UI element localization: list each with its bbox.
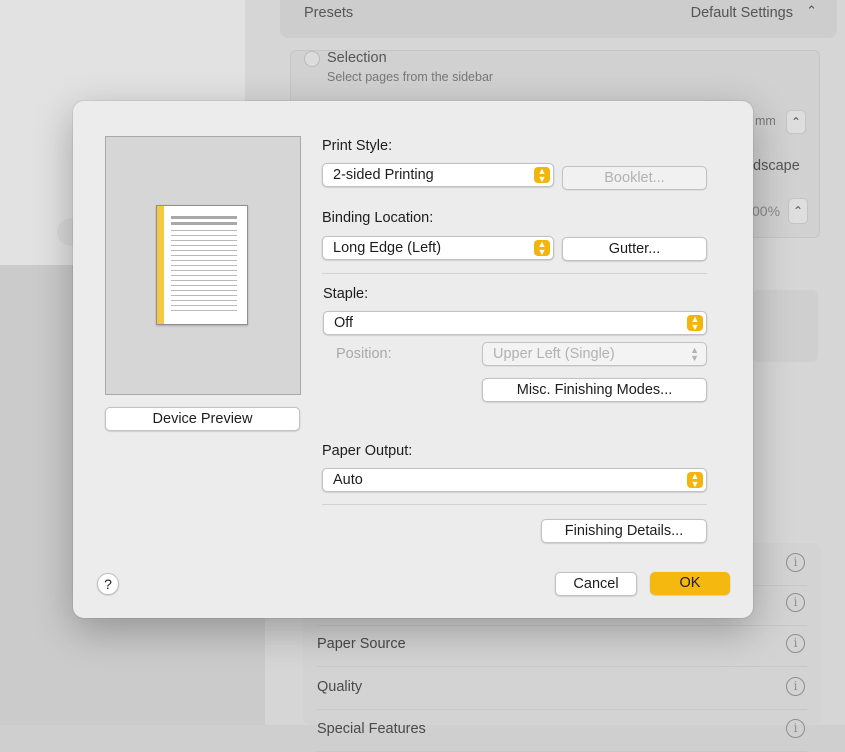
presets-row[interactable]: Presets Default Settings ⌃	[280, 0, 837, 38]
page-preview	[156, 205, 248, 325]
staple-label: Staple:	[323, 286, 369, 302]
up-down-chevron-icon: ▲ ▼	[534, 167, 550, 184]
position-value: Upper Left (Single)	[493, 346, 615, 362]
info-icon[interactable]: i	[786, 719, 805, 738]
preview-line	[171, 230, 237, 231]
cancel-button[interactable]: Cancel	[555, 572, 637, 596]
paper-output-popup[interactable]: Auto ▲ ▼	[322, 468, 707, 492]
preview-line	[171, 280, 237, 281]
section-divider	[322, 273, 707, 274]
staple-value: Off	[334, 315, 354, 331]
preview-line	[171, 310, 237, 311]
scale-stepper-icon[interactable]: ⌃	[788, 198, 808, 224]
misc-finishing-modes-button[interactable]: Misc. Finishing Modes...	[482, 378, 707, 402]
info-icon[interactable]: i	[786, 553, 805, 572]
preview-line	[171, 270, 237, 271]
paper-output-label: Paper Output:	[322, 443, 413, 459]
list-item[interactable]: Paper Source i	[317, 624, 807, 667]
list-item-label: Special Features	[317, 721, 426, 737]
scale-fragment: 00%	[752, 203, 781, 219]
preview-line	[171, 265, 237, 266]
preview-line	[171, 250, 237, 251]
selection-subtitle: Select pages from the sidebar	[327, 70, 494, 84]
preview-line	[171, 216, 237, 219]
unit-fragment: mm	[755, 114, 776, 128]
info-icon[interactable]: i	[786, 593, 805, 612]
section-divider	[322, 504, 707, 505]
background-options-box	[752, 290, 818, 362]
preview-line	[171, 305, 237, 306]
up-down-chevron-icon: ▲ ▼	[687, 315, 703, 332]
help-button[interactable]: ?	[97, 573, 119, 595]
preview-line	[171, 275, 237, 276]
preview-line	[171, 255, 237, 256]
device-preview-area	[105, 136, 301, 395]
preview-line	[171, 222, 237, 225]
info-icon[interactable]: i	[786, 677, 805, 696]
list-item[interactable]: Special Features i	[317, 709, 807, 752]
presets-value[interactable]: Default Settings	[691, 5, 793, 21]
print-style-value: 2-sided Printing	[333, 167, 434, 183]
preview-line	[171, 300, 237, 301]
up-down-chevron-icon[interactable]: ⌃	[806, 3, 817, 19]
preview-line	[171, 240, 237, 241]
preview-line	[171, 295, 237, 296]
position-popup[interactable]: Upper Left (Single) ▲ ▼	[482, 342, 707, 366]
unit-chevron-icon[interactable]: ⌃	[786, 110, 806, 134]
preview-line	[171, 285, 237, 286]
preview-line	[171, 235, 237, 236]
up-down-chevron-icon: ▲ ▼	[534, 240, 550, 257]
binding-location-value: Long Edge (Left)	[333, 240, 442, 256]
print-style-label: Print Style:	[322, 138, 393, 154]
booklet-button[interactable]: Booklet...	[562, 166, 707, 190]
finishing-details-button[interactable]: Finishing Details...	[541, 519, 707, 543]
gutter-button[interactable]: Gutter...	[562, 237, 707, 261]
binding-edge-indicator	[157, 206, 164, 324]
list-item-label: Quality	[317, 679, 363, 695]
binding-location-label: Binding Location:	[322, 210, 434, 226]
ok-button[interactable]: OK	[650, 572, 730, 595]
print-style-popup[interactable]: 2-sided Printing ▲ ▼	[322, 163, 554, 187]
orientation-fragment: dscape	[753, 158, 800, 174]
info-icon[interactable]: i	[786, 634, 805, 653]
list-item[interactable]: Quality i	[317, 667, 807, 710]
presets-label: Presets	[304, 5, 354, 21]
binding-location-popup[interactable]: Long Edge (Left) ▲ ▼	[322, 236, 554, 260]
preview-line	[171, 290, 237, 291]
up-down-chevron-icon: ▲ ▼	[690, 345, 699, 363]
preview-line	[171, 245, 237, 246]
selection-radio[interactable]	[304, 51, 320, 67]
up-down-chevron-icon: ▲ ▼	[687, 472, 703, 489]
list-item-label: Paper Source	[317, 636, 406, 652]
finishing-dialog: Device Preview Print Style: 2-sided Prin…	[73, 101, 753, 618]
selection-label: Selection	[327, 50, 387, 66]
paper-output-value: Auto	[333, 472, 363, 488]
preview-line	[171, 260, 237, 261]
position-label: Position:	[336, 346, 392, 362]
staple-popup[interactable]: Off ▲ ▼	[323, 311, 707, 335]
device-preview-button[interactable]: Device Preview	[105, 407, 300, 431]
